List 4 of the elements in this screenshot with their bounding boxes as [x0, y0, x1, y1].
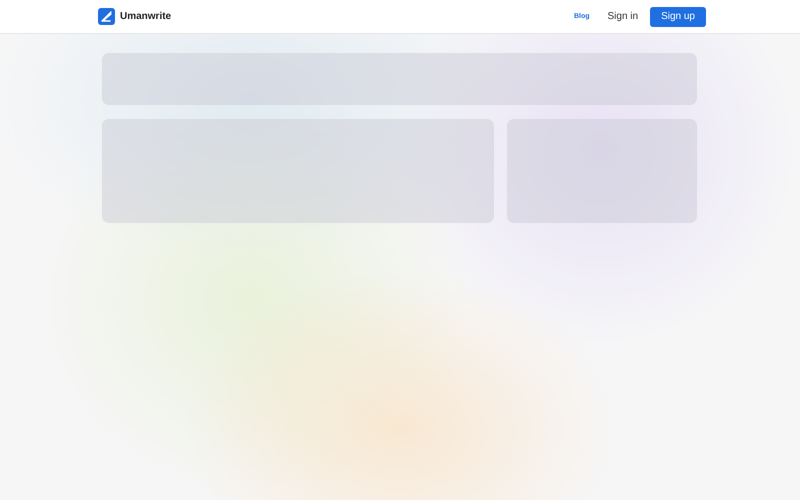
sign-up-button[interactable]: Sign up	[650, 6, 706, 26]
sign-in-link[interactable]: Sign in	[608, 11, 638, 22]
brand-name: Umanwrite	[120, 11, 172, 22]
pen-logo-icon	[98, 8, 115, 25]
